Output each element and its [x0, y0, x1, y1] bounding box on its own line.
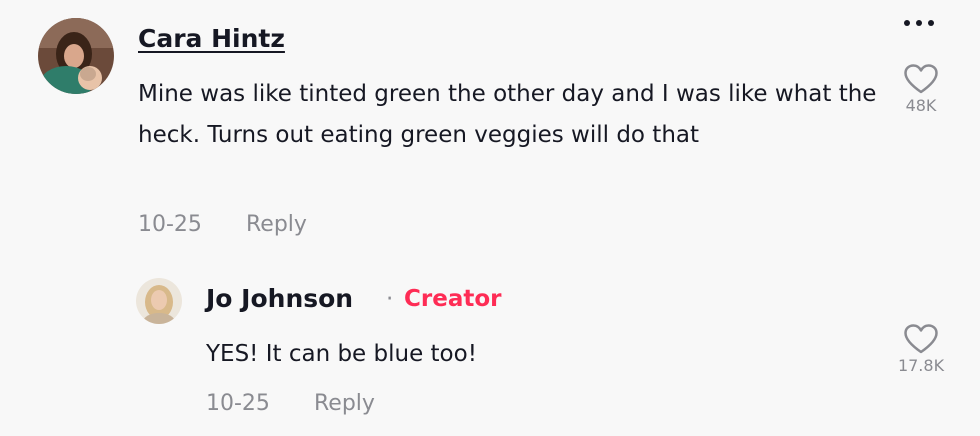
reply-reply-button[interactable]: Reply	[314, 391, 375, 416]
more-options-button[interactable]	[904, 20, 934, 26]
comment-reply-button[interactable]: Reply	[246, 212, 307, 237]
reply-author-name[interactable]: Jo Johnson	[206, 284, 353, 313]
comment-date: 10-25	[138, 212, 202, 237]
heart-outline-icon	[904, 324, 938, 354]
more-horizontal-icon	[904, 20, 910, 26]
reply-date: 10-25	[206, 391, 270, 416]
author-separator: ·	[386, 286, 394, 312]
comment-author-name[interactable]: Cara Hintz	[138, 24, 285, 53]
creator-badge: Creator	[404, 286, 502, 312]
heart-outline-icon	[904, 64, 938, 94]
comment-thread: Cara Hintz Mine was like tinted green th…	[0, 0, 980, 436]
comment-text: Mine was like tinted green the other day…	[138, 81, 877, 148]
reply-like-button[interactable]: 17.8K	[886, 324, 956, 375]
avatar-jo-johnson[interactable]	[136, 278, 182, 324]
reply-like-count: 17.8K	[897, 356, 945, 375]
comment-like-button[interactable]: 48K	[886, 64, 956, 115]
avatar-cara-hintz[interactable]	[38, 18, 114, 94]
comment-like-count: 48K	[905, 96, 937, 115]
reply-text: YES! It can be blue too!	[206, 341, 477, 367]
